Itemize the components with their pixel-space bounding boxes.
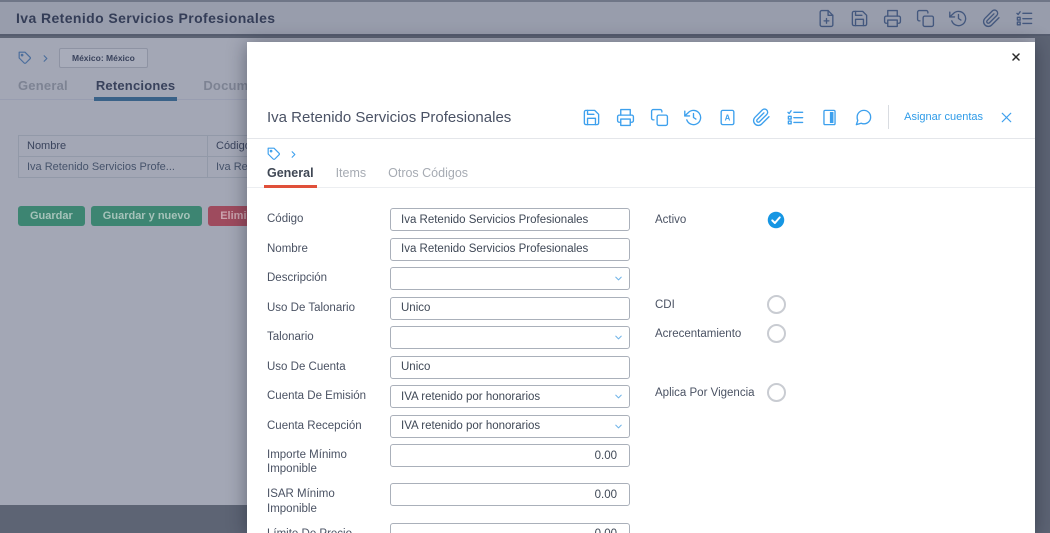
field-label: ISAR Mínimo Imponible [267,488,335,515]
tag-icon[interactable] [18,51,32,65]
field-row-uso-de-cuenta: Uso De Cuenta [267,355,635,379]
chevron-right-icon [288,149,299,160]
tag-icon[interactable] [267,147,281,161]
modal-tabs: General Items Otros Códigos [247,166,1035,188]
toggle-row-activo: Activo [655,211,785,229]
column-header-nombre[interactable]: Nombre [18,135,208,157]
history-icon[interactable] [949,9,968,28]
limite-de-precio-unitario-input[interactable] [390,522,630,533]
descripcion-select[interactable] [390,267,630,290]
field-row-isar-minimo: ISAR Mínimo Imponible [267,483,635,516]
checklist-icon[interactable] [786,108,805,127]
print-icon[interactable] [883,9,902,28]
field-label: Uso De Talonario [267,301,356,314]
breadcrumb: México: México [18,48,148,68]
save-button[interactable]: Guardar [18,206,85,226]
acrecentamiento-unchecked-circle[interactable] [767,324,786,343]
new-document-icon[interactable] [817,9,836,28]
toggle-label: Aplica Por Vigencia [655,386,755,399]
modal-breadcrumb [267,147,299,161]
breadcrumb-tag[interactable]: México: México [59,48,148,68]
importe-minimo-imponible-input[interactable] [390,444,630,467]
activo-checked-icon[interactable] [767,211,785,229]
modal-title: Iva Retenido Servicios Profesionales [267,108,512,126]
uso-de-talonario-input[interactable] [390,296,630,320]
document-a-icon[interactable]: A [718,108,737,127]
codigo-input[interactable] [390,208,630,231]
page-title: Iva Retenido Servicios Profesionales [16,10,276,26]
toggle-label: Acrecentamiento [655,327,742,340]
cuenta-de-emision-select[interactable] [390,385,630,408]
field-row-descripcion: Descripción [267,267,635,290]
clear-x-icon[interactable] [998,109,1015,126]
field-row-cuenta-de-emision: Cuenta De Emisión [267,385,635,408]
cell-nombre[interactable]: Iva Retenido Servicios Profe... [18,156,208,178]
attachment-icon[interactable] [752,107,771,127]
page-toolbar [817,8,1034,28]
toggle-label: Activo [655,214,687,226]
isar-minimo-imponible-input[interactable] [390,483,630,507]
aplica-por-vigencia-unchecked-circle[interactable] [767,383,786,402]
field-label: Cuenta Recepción [267,419,362,432]
tab-otros-codigos[interactable]: Otros Códigos [388,166,468,187]
field-label: Nombre [267,242,308,255]
field-row-limite-precio: Límite De Precio Unitario [267,522,635,533]
field-label: Talonario [267,331,314,343]
field-row-uso-de-talonario: Uso De Talonario [267,296,635,320]
save-icon[interactable] [582,108,601,127]
assign-accounts-link[interactable]: Asignar cuentas [904,111,983,123]
tab-general[interactable]: General [264,166,317,188]
history-icon[interactable] [684,108,703,127]
modal-toolbar: A Asignar cuentas [582,105,1015,129]
field-label: Descripción [267,272,328,284]
comment-icon[interactable] [854,108,873,127]
field-row-codigo: Código [267,208,635,231]
svg-text:A: A [725,113,731,122]
copy-icon[interactable] [916,9,935,28]
cuenta-recepcion-select[interactable] [390,414,630,438]
field-row-nombre: Nombre [267,237,635,261]
app-window: Iva Retenido Servicios Profesionales Méx… [0,0,1050,533]
detail-modal: Iva Retenido Servicios Profesionales A A… [247,42,1035,533]
field-label: Uso De Cuenta [267,360,346,373]
modal-close-icon[interactable] [1010,51,1022,63]
field-label: Límite De Precio Unitario [267,523,390,533]
uso-de-cuenta-input[interactable] [390,355,630,379]
accounts-document-icon[interactable] [820,108,839,127]
save-icon[interactable] [850,9,869,28]
field-row-talonario: Talonario [267,326,635,349]
page-action-buttons: Guardar Guardar y nuevo Eliminar [18,206,276,226]
toggle-label: CDI [655,298,675,311]
field-label: Cuenta De Emisión [267,390,367,402]
print-icon[interactable] [616,108,635,127]
tab-items[interactable]: Items [336,166,367,187]
cdi-unchecked-circle[interactable] [767,295,786,314]
tab-general[interactable]: General [18,72,68,99]
toolbar-divider [888,105,890,129]
nombre-input[interactable] [390,237,630,261]
field-row-importe-minimo: Importe Mínimo Imponible [267,444,635,477]
field-label: Importe Mínimo Imponible [267,449,347,476]
attachment-icon[interactable] [982,8,1001,28]
toggle-row-acrecentamiento: Acrecentamiento [655,324,786,343]
toggle-row-cdi: CDI [655,295,786,314]
chevron-right-icon [40,53,51,64]
modal-form: Código Nombre Descripción Uso De Talonar… [267,208,635,533]
save-and-new-button[interactable]: Guardar y nuevo [90,206,203,226]
copy-icon[interactable] [650,108,669,127]
field-label: Código [267,213,304,225]
modal-header: Iva Retenido Servicios Profesionales A A… [267,96,1015,138]
talonario-select[interactable] [390,326,630,349]
tab-retenciones[interactable]: Retenciones [93,72,177,101]
toggle-row-aplica-por-vigencia: Aplica Por Vigencia [655,383,786,402]
modal-divider [247,138,1035,139]
field-row-cuenta-recepcion: Cuenta Recepción [267,414,635,438]
page-topbar: Iva Retenido Servicios Profesionales [0,0,1050,36]
checklist-icon[interactable] [1015,9,1034,28]
